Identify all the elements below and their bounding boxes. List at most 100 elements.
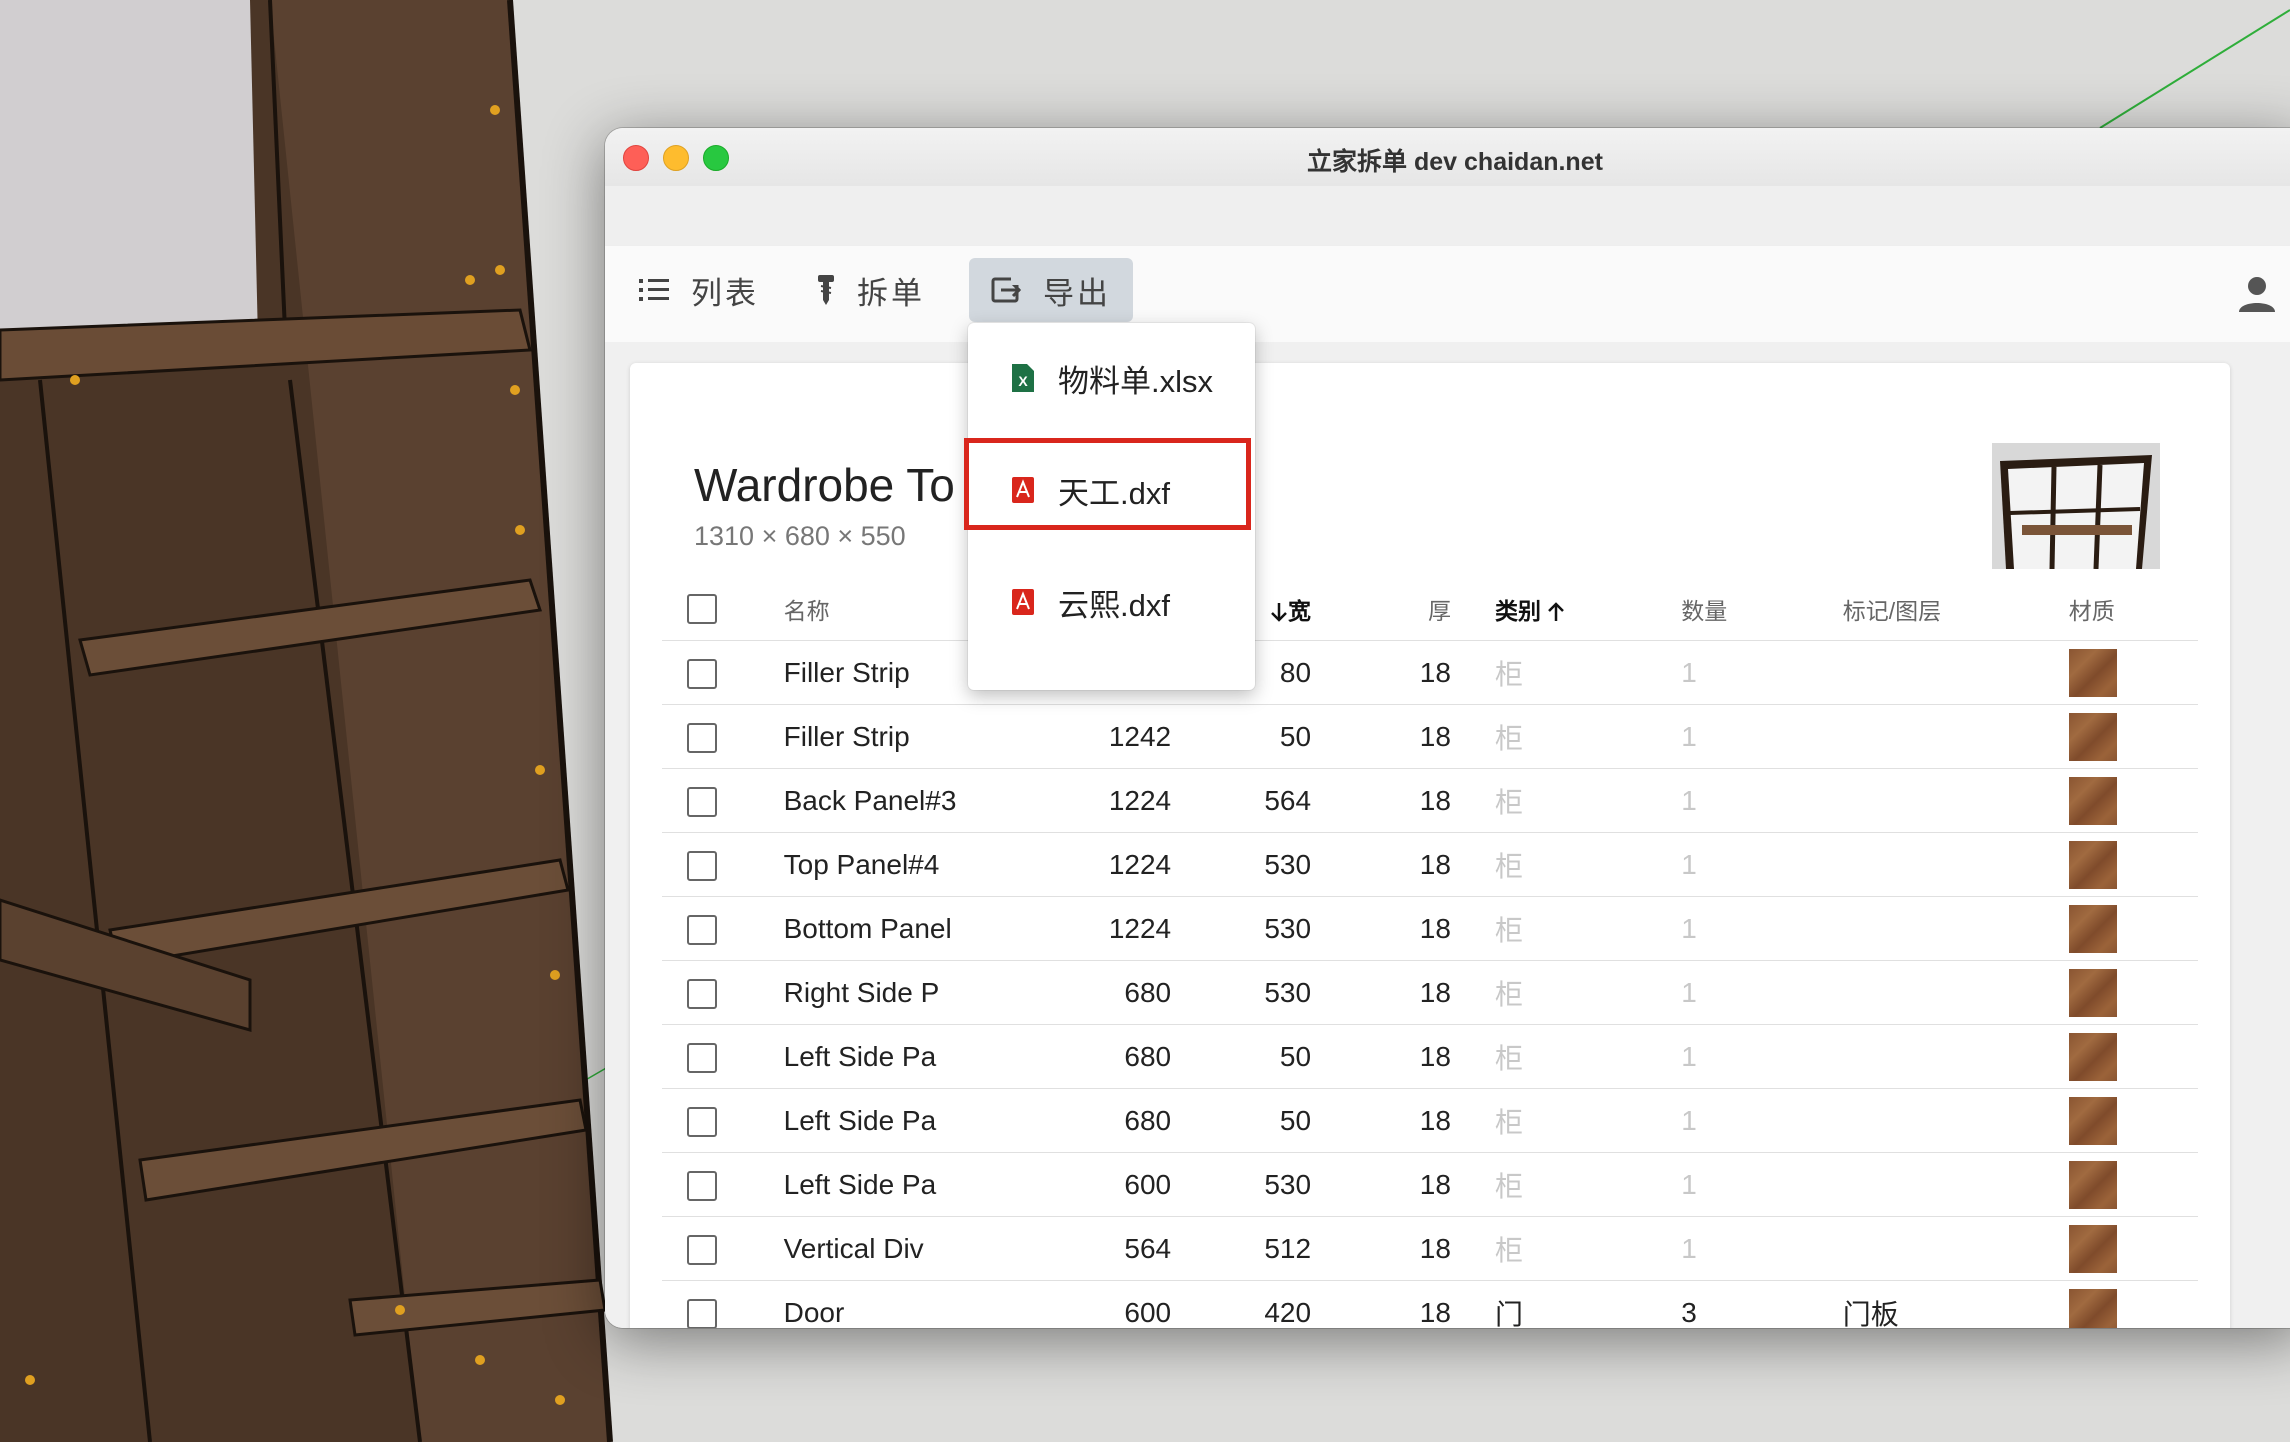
cell-mark [1842,640,2069,705]
table-row[interactable]: Left Side Pa 680 50 18 柜 1 [662,1088,2198,1153]
cell-thick: 18 [1311,896,1451,961]
material-swatch[interactable] [2068,968,2117,1017]
material-swatch[interactable] [2068,1288,2117,1328]
table-row[interactable]: Top Panel#4 1224 530 18 柜 1 [662,832,2198,897]
cell-name: Left Side Pa [783,1024,1042,1089]
cell-thick: 18 [1311,1216,1451,1281]
cell-length: 680 [1041,1024,1172,1089]
row-checkbox[interactable] [687,1170,717,1201]
project-thumbnail[interactable] [1992,443,2160,569]
row-checkbox[interactable] [687,914,717,945]
header-thick[interactable]: 厚 [1311,578,1451,641]
cell-material [2068,768,2198,833]
export-xlsx-item[interactable]: X 物料单.xlsx [968,333,1255,423]
table-row[interactable]: Door 600 420 18 门 3 门板 [662,1280,2198,1328]
cell-width: 530 [1171,896,1312,961]
cell-thick: 18 [1311,1280,1451,1328]
material-swatch[interactable] [2068,1160,2117,1209]
pdf-file-icon [1012,477,1034,503]
user-account-icon[interactable] [2235,272,2279,316]
cell-material [2068,832,2198,897]
cell-material [2068,1280,2198,1328]
material-swatch[interactable] [2068,840,2117,889]
row-checkbox[interactable] [687,658,717,689]
cell-category: 门 [1450,1280,1682,1328]
table-row[interactable]: Bottom Panel 1224 530 18 柜 1 [662,896,2198,961]
export-yunxi-dxf-item[interactable]: 云熙.dxf [968,557,1255,647]
cell-name: Left Side Pa [783,1152,1042,1217]
split-button-label: 拆单 [857,275,925,311]
cell-qty: 1 [1681,1088,1843,1153]
cell-thick: 18 [1311,704,1451,769]
material-swatch[interactable] [2068,1032,2117,1081]
cell-mark [1842,1152,2069,1217]
checkbox-cell [662,896,784,961]
project-card: Wardrobe To 1310 × 680 × 550 名称 宽 厚 类别 数… [630,363,2230,1328]
parts-table: 名称 宽 厚 类别 数量 标记/图层 材质 Filler Strip 80 18… [662,578,2198,1328]
cell-thick: 18 [1311,768,1451,833]
cell-category: 柜 [1450,1216,1682,1281]
cell-length: 564 [1041,1216,1172,1281]
cell-category: 柜 [1450,960,1682,1025]
row-checkbox[interactable] [687,786,717,817]
cell-category: 柜 [1450,832,1682,897]
cell-material [2068,704,2198,769]
cell-name: Top Panel#4 [783,832,1042,897]
cell-length: 680 [1041,960,1172,1025]
row-checkbox[interactable] [687,1234,717,1265]
cell-length: 1224 [1041,896,1172,961]
material-swatch[interactable] [2068,776,2117,825]
cell-qty: 1 [1681,1216,1843,1281]
material-swatch[interactable] [2068,648,2117,697]
row-checkbox[interactable] [687,1042,717,1073]
table-row[interactable]: Left Side Pa 600 530 18 柜 1 [662,1152,2198,1217]
row-checkbox[interactable] [687,1298,717,1328]
split-button[interactable]: 拆单 [795,258,947,322]
header-mark[interactable]: 标记/图层 [1842,578,2069,641]
row-checkbox[interactable] [687,978,717,1009]
export-button[interactable]: 导出 [969,258,1133,322]
export-tiangong-dxf-item[interactable]: 天工.dxf [968,445,1255,535]
title-bar: 立家拆单 dev chaidan.net [605,128,2290,187]
cell-category: 柜 [1450,896,1682,961]
cell-category: 柜 [1450,704,1682,769]
cell-width: 50 [1171,1024,1312,1089]
material-swatch[interactable] [2068,1224,2117,1273]
cell-qty: 1 [1681,704,1843,769]
checkbox-cell [662,768,784,833]
cell-name: Door [783,1280,1042,1328]
list-button[interactable]: 列表 [617,258,781,322]
row-checkbox[interactable] [687,722,717,753]
cell-qty: 1 [1681,896,1843,961]
header-material[interactable]: 材质 [2068,578,2198,641]
cell-qty: 1 [1681,832,1843,897]
material-swatch[interactable] [2068,712,2117,761]
table-row[interactable]: Left Side Pa 680 50 18 柜 1 [662,1024,2198,1089]
table-row[interactable]: Filler Strip 80 18 柜 1 [662,640,2198,705]
header-width-label: 宽 [1288,598,1312,624]
export-icon [991,277,1021,303]
row-checkbox[interactable] [687,850,717,881]
svg-text:X: X [1018,373,1028,389]
app-window: 立家拆单 dev chaidan.net 列表 拆单 导出 Wardrobe T… [605,128,2290,1328]
header-category[interactable]: 类别 [1450,578,1682,641]
header-qty[interactable]: 数量 [1681,578,1843,641]
material-swatch[interactable] [2068,904,2117,953]
cell-width: 530 [1171,960,1312,1025]
material-swatch[interactable] [2068,1096,2117,1145]
cell-qty: 1 [1681,640,1843,705]
table-row[interactable]: Filler Strip 1242 50 18 柜 1 [662,704,2198,769]
table-row[interactable]: Right Side P 680 530 18 柜 1 [662,960,2198,1025]
checkbox-cell [662,704,784,769]
select-all-checkbox[interactable] [687,594,717,624]
cell-material [2068,1152,2198,1217]
project-dimensions: 1310 × 680 × 550 [694,521,906,551]
row-checkbox[interactable] [687,1106,717,1137]
cell-width: 530 [1171,1152,1312,1217]
cell-width: 564 [1171,768,1312,833]
table-row[interactable]: Back Panel#3 1224 564 18 柜 1 [662,768,2198,833]
cell-category: 柜 [1450,1088,1682,1153]
cell-category: 柜 [1450,1024,1682,1089]
table-row[interactable]: Vertical Div 564 512 18 柜 1 [662,1216,2198,1281]
cell-name: Right Side P [783,960,1042,1025]
